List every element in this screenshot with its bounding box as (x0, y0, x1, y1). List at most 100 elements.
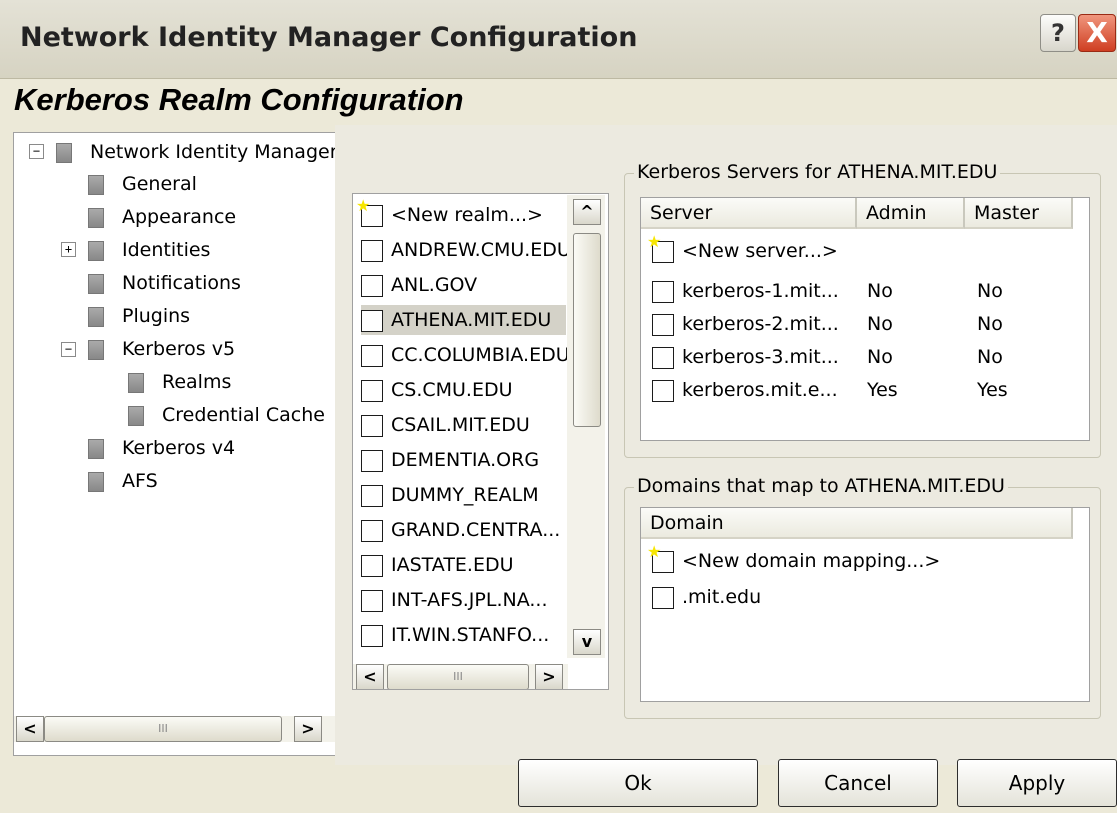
domain-row[interactable]: .mit.edu (652, 582, 761, 613)
tree-item-label: Identities (122, 239, 211, 261)
server-row[interactable]: kerberos-3.mit... (652, 342, 839, 373)
collapse-icon[interactable]: − (61, 342, 76, 357)
checkbox[interactable] (361, 519, 383, 542)
column-header-server[interactable]: Server (641, 198, 857, 229)
realm-item[interactable]: ANL.GOV (361, 270, 477, 300)
checkbox[interactable] (361, 624, 383, 647)
apply-button[interactable]: Apply (957, 759, 1117, 807)
realm-label: IT.WIN.STANFO... (391, 624, 550, 646)
tree-hscrollbar[interactable]: < III > (14, 716, 336, 742)
checkbox[interactable]: ★ (356, 197, 383, 227)
tree-item-label: Kerberos v5 (122, 338, 236, 360)
tree-item-kerberos-v4[interactable]: Kerberos v4 (88, 435, 235, 461)
realm-item[interactable]: DEMENTIA.ORG (361, 445, 539, 475)
scroll-thumb[interactable]: III (44, 716, 282, 742)
realm-item[interactable]: CS.CMU.EDU (361, 375, 513, 405)
realm-item[interactable]: IASTATE.EDU (361, 550, 514, 580)
tree-item-notifications[interactable]: Notifications (88, 270, 241, 296)
ok-button[interactable]: Ok (518, 759, 758, 807)
checkbox[interactable] (652, 280, 674, 303)
cancel-button[interactable]: Cancel (778, 759, 938, 807)
tree-item-label: Realms (162, 371, 232, 393)
scroll-down-icon[interactable]: v (573, 629, 601, 655)
node-icon (88, 273, 104, 294)
realm-label: IASTATE.EDU (391, 554, 514, 576)
checkbox[interactable]: ★ (647, 233, 674, 263)
tree-item-root[interactable]: Network Identity Manager (56, 139, 336, 165)
realm-item[interactable]: IT.WIN.STANFO... (361, 620, 549, 650)
realm-hscrollbar[interactable]: < III > (353, 664, 568, 689)
realm-label: CS.CMU.EDU (391, 379, 513, 401)
node-icon (88, 339, 104, 360)
node-icon (88, 471, 104, 492)
tree-item-realms[interactable]: Realms (128, 369, 231, 395)
tree-item-label: AFS (122, 470, 158, 492)
server-name: kerberos-3.mit... (682, 346, 839, 368)
tree-item-appearance[interactable]: Appearance (88, 204, 236, 230)
realm-label: GRAND.CENTRA... (391, 519, 561, 541)
scroll-thumb[interactable]: III (387, 664, 529, 689)
checkbox[interactable] (361, 239, 383, 262)
server-row-new[interactable]: ★ <New server...> (647, 233, 838, 267)
realm-item-selected[interactable]: ATHENA.MIT.EDU (361, 305, 566, 335)
realm-item[interactable]: ANDREW.CMU.EDU (361, 235, 571, 265)
checkbox[interactable] (652, 313, 674, 336)
tree-item-plugins[interactable]: Plugins (88, 303, 190, 329)
domains-list[interactable]: Domain ★ <New domain mapping...> .mit.edu (640, 507, 1090, 702)
realm-item[interactable]: DUMMY_REALM (361, 480, 539, 510)
checkbox[interactable] (361, 589, 383, 612)
scroll-right-icon[interactable]: > (294, 716, 322, 742)
scroll-thumb[interactable] (573, 233, 601, 427)
collapse-icon[interactable]: − (29, 144, 44, 159)
expand-icon[interactable]: + (61, 242, 76, 257)
checkbox[interactable] (361, 379, 383, 402)
checkbox[interactable] (361, 274, 383, 297)
column-header-admin[interactable]: Admin (857, 198, 965, 229)
tree-item-credential-cache[interactable]: Credential Cache (128, 402, 325, 428)
realm-vscrollbar[interactable]: ^ v (567, 195, 605, 658)
checkbox[interactable]: ★ (647, 543, 674, 573)
scroll-up-icon[interactable]: ^ (573, 199, 601, 225)
tree-item-identities[interactable]: Identities (88, 237, 210, 263)
servers-list[interactable]: Server Admin Master ★ <New server...> ker… (640, 197, 1090, 441)
tree-item-label: General (122, 173, 197, 195)
checkbox[interactable] (652, 586, 674, 609)
checkbox[interactable] (652, 346, 674, 369)
realm-item-new[interactable]: ★ <New realm...> (356, 197, 543, 230)
server-master: Yes (977, 379, 1008, 401)
tree-item-afs[interactable]: AFS (88, 468, 158, 494)
server-admin: No (867, 280, 893, 302)
realm-item[interactable]: CSAIL.MIT.EDU (361, 410, 530, 440)
scroll-left-icon[interactable]: < (356, 664, 384, 689)
checkbox[interactable] (361, 554, 383, 577)
tree-item-general[interactable]: General (88, 171, 197, 197)
server-row[interactable]: kerberos-2.mit... (652, 309, 839, 340)
realm-label: ANL.GOV (391, 274, 478, 296)
realm-item[interactable]: GRAND.CENTRA... (361, 515, 560, 545)
tree-item-kerberos-v5[interactable]: Kerberos v5 (88, 336, 235, 362)
realm-label: ATHENA.MIT.EDU (391, 309, 552, 331)
realm-item[interactable]: INT-AFS.JPL.NA... (361, 585, 548, 615)
checkbox[interactable] (361, 309, 383, 332)
help-button[interactable]: ? (1040, 14, 1076, 52)
node-icon (88, 174, 104, 195)
checkbox[interactable] (361, 449, 383, 472)
domain-row-new[interactable]: ★ <New domain mapping...> (647, 543, 940, 577)
server-row[interactable]: kerberos.mit.e... (652, 375, 838, 406)
column-header-master[interactable]: Master (965, 198, 1073, 229)
node-icon (128, 372, 144, 393)
close-button[interactable]: X (1078, 14, 1116, 52)
node-icon (88, 306, 104, 327)
server-admin: No (867, 346, 893, 368)
scroll-left-icon[interactable]: < (16, 716, 44, 742)
tree-item-label: Notifications (122, 272, 241, 294)
new-star-icon: ★ (647, 541, 662, 561)
server-row[interactable]: kerberos-1.mit... (652, 276, 839, 307)
checkbox[interactable] (361, 344, 383, 367)
checkbox[interactable] (652, 379, 674, 402)
checkbox[interactable] (361, 414, 383, 437)
realm-item[interactable]: CC.COLUMBIA.EDU (361, 340, 570, 370)
scroll-right-icon[interactable]: > (535, 664, 563, 689)
checkbox[interactable] (361, 484, 383, 507)
column-header-domain[interactable]: Domain (641, 508, 1073, 539)
